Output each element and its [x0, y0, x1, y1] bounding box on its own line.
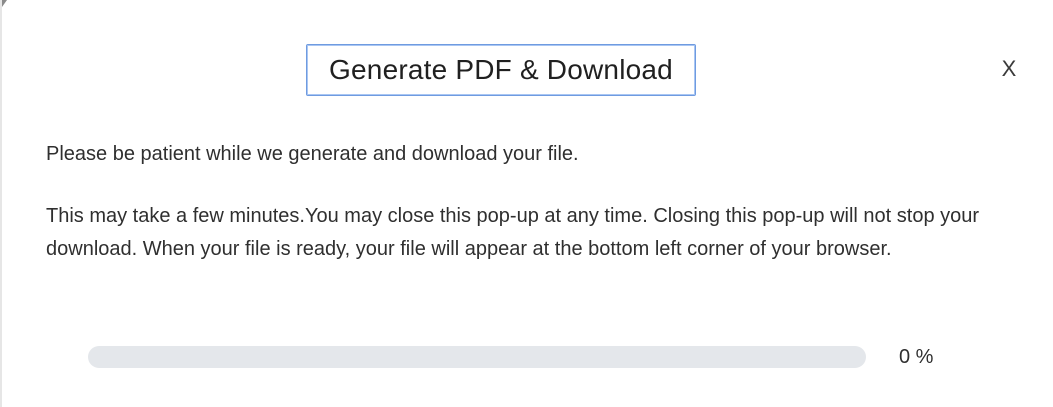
- generate-pdf-dialog: Generate PDF & Download X Please be pati…: [0, 0, 1053, 407]
- progress-percentage: 0 %: [899, 346, 934, 368]
- close-button[interactable]: X: [998, 55, 1020, 83]
- resize-corner-icon: [2, 0, 7, 7]
- progress-bar: [88, 346, 866, 368]
- patience-message: Please be patient while we generate and …: [46, 143, 579, 165]
- dialog-title: Generate PDF & Download: [306, 44, 696, 96]
- download-info-message: This may take a few minutes.You may clos…: [46, 205, 980, 260]
